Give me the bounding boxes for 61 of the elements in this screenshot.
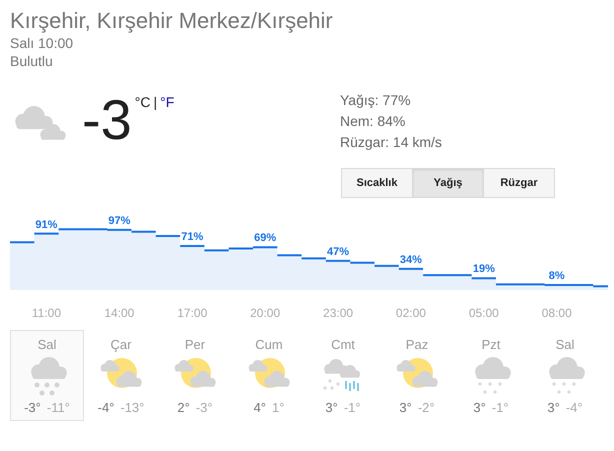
forecast-day[interactable]: Cmt 3° -1° [306,330,380,421]
weather-detail: Nem: 84% [340,112,406,131]
forecast-day[interactable]: Pzt 3° -1° [454,330,528,421]
day-name: Sal [38,337,56,353]
high-temp: -4° [98,400,114,416]
hour-label: 11:00 [32,305,61,322]
hour-label: 17:00 [177,305,208,322]
low-temp: -3° [196,400,213,416]
day-name: Sal [556,337,574,353]
high-temp: 3° [473,400,486,416]
percent-label: 19% [472,263,495,276]
percent-label: 34% [400,254,422,266]
temperature: -3 [82,90,132,153]
low-temp: -13° [120,400,144,416]
forecast-day[interactable]: Paz 3° -2° [380,330,454,421]
day-name: Cmt [331,337,355,353]
weather-detail: Rüzgar: 14 km/s [340,133,443,152]
day-name: Çar [110,337,132,353]
hour-label: 14:00 [104,305,134,322]
percent-label: 47% [327,246,350,258]
forecast-day[interactable]: Sal -3° -11° [10,330,84,421]
day-name: Per [184,337,206,353]
low-temp: -2° [418,400,435,416]
high-temp: 2° [177,400,190,416]
hour-label: 23:00 [323,305,354,322]
chart-tab[interactable]: Yağış [412,168,484,198]
percent-label: 71% [181,230,204,243]
hour-label: 20:00 [250,305,280,322]
high-temp: 3° [399,400,412,416]
forecast-day[interactable]: Sal 3° -4° [528,330,602,421]
high-temp: -3° [24,400,41,416]
high-temp: 3° [547,400,560,416]
location-title: Kırşehir, Kırşehir Merkez/Kırşehir [10,8,334,34]
unit-toggle[interactable]: °F [160,92,174,110]
unit-toggle[interactable]: °C [134,92,151,110]
forecast-day[interactable]: Çar -4° -13° [84,330,158,421]
forecast-day[interactable]: Per 2° -3° [158,330,232,421]
weather-detail: Yağış: 77% [340,91,412,110]
low-temp: -1° [344,400,361,416]
day-name: Paz [406,337,428,353]
low-temp: 1° [272,400,284,416]
date-time: Salı 10:00 [10,34,74,52]
day-name: Pzt [482,337,500,353]
unit-separator: | [154,93,158,110]
chart-tab[interactable]: Sıcaklık [341,168,413,198]
high-temp: 4° [254,400,266,416]
percent-label: 91% [35,218,58,231]
condition-text: Bulutlu [10,52,54,70]
hour-label: 02:00 [396,305,426,322]
hour-label: 08:00 [542,305,572,322]
chart-tab[interactable]: Rüzgar [483,168,555,198]
hour-label: 05:00 [468,305,499,322]
low-temp: -1° [492,400,509,416]
low-temp: -11° [46,400,70,416]
high-temp: 3° [325,400,338,416]
day-name: Cum [255,337,283,353]
forecast-day[interactable]: Cum 4° 1° [232,330,306,421]
percent-label: 69% [254,232,276,244]
low-temp: -4° [566,400,583,416]
percent-label: 8% [548,270,565,282]
percent-label: 97% [108,214,130,227]
